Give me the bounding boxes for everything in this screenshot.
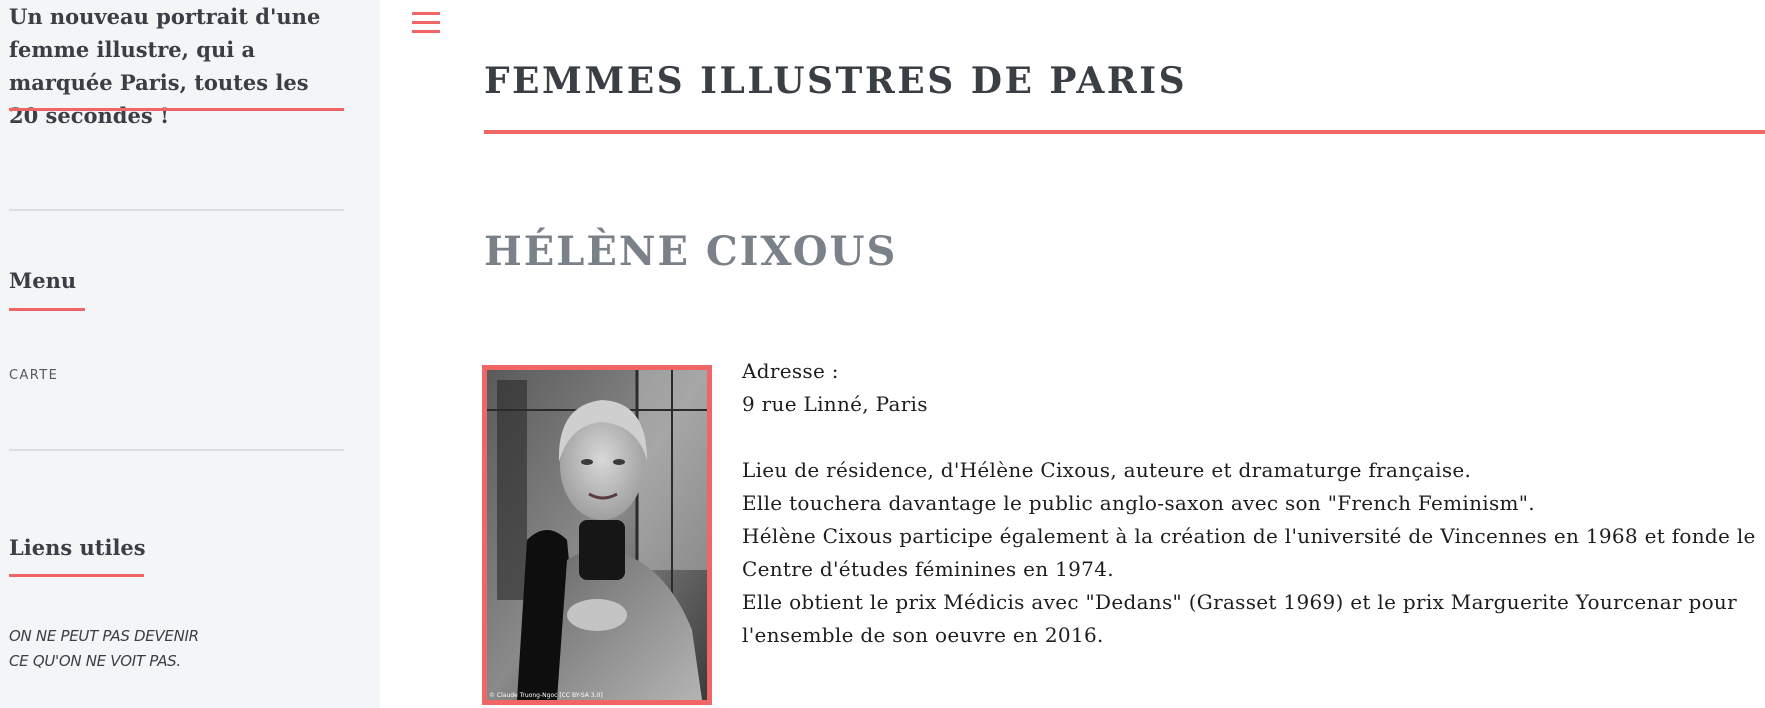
address-label: Adresse : (742, 359, 839, 383)
post-content: Adresse : 9 rue Linné, Paris Lieu de rés… (742, 355, 1762, 652)
site-title-underline (484, 130, 1765, 134)
photo-credit: © Claude Truong-Ngoc [CC BY-SA 3.0] (489, 692, 603, 699)
menu-widget-title: Menu (9, 268, 77, 293)
site-tagline: Un nouveau portrait d'une femme illustre… (9, 4, 321, 128)
sidebar-quote: ON NE PEUT PAS DEVENIR CE QU'ON NE VOIT … (9, 624, 199, 674)
paragraph: Lieu de résidence, d'Hélène Cixous, aute… (742, 458, 1472, 482)
paragraph: Elle touchera davantage le public anglo-… (742, 491, 1535, 515)
portrait-photo: © Claude Truong-Ngoc [CC BY-SA 3.0] (482, 365, 712, 705)
paragraph: Elle obtient le prix Médicis avec "Dedan… (742, 590, 1737, 647)
tagline-underline (9, 108, 344, 111)
sidebar-divider (9, 449, 344, 451)
paragraph: Hélène Cixous participe également à la c… (742, 524, 1756, 581)
site-title[interactable]: FEMMES ILLUSTRES DE PARIS (484, 60, 1187, 102)
quote-line: ON NE PEUT PAS DEVENIR (9, 627, 199, 645)
links-widget-title: Liens utiles (9, 535, 146, 560)
sidebar-divider (9, 209, 344, 211)
portrait-illustration (487, 370, 707, 700)
sidebar: Un nouveau portrait d'une femme illustre… (0, 0, 380, 708)
menu-title-underline (9, 308, 85, 311)
menu-item-carte[interactable]: CARTE (9, 368, 58, 383)
hamburger-icon[interactable] (412, 12, 442, 38)
links-title-underline (9, 574, 144, 577)
quote-line: CE QU'ON NE VOIT PAS. (9, 652, 181, 670)
post-title: HÉLÈNE CIXOUS (484, 228, 898, 275)
address-value: 9 rue Linné, Paris (742, 392, 928, 416)
